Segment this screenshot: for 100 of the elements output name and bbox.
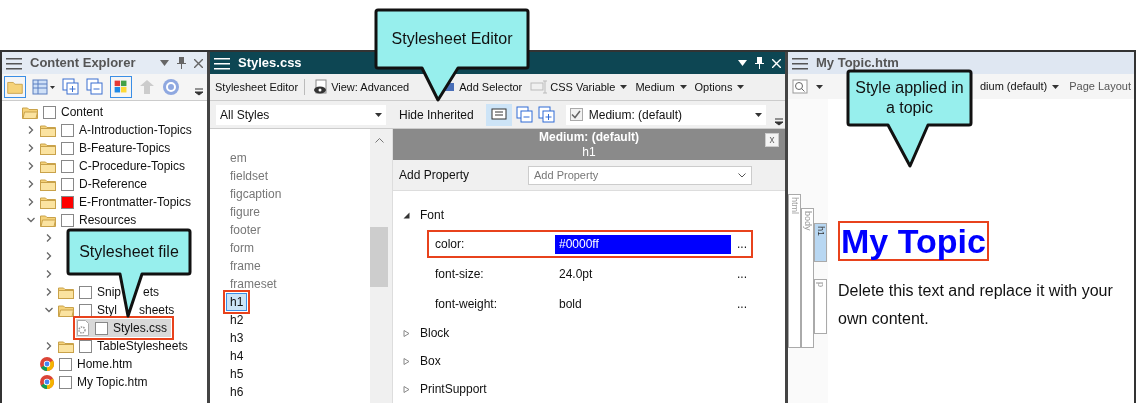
collapsed-triangle-icon[interactable] [403, 357, 410, 365]
expand-icon[interactable] [537, 105, 556, 124]
color-grid-icon[interactable] [110, 76, 132, 98]
overflow-icon[interactable] [775, 118, 783, 126]
chevron-right-icon[interactable] [27, 180, 35, 188]
group-label[interactable]: Font [420, 206, 444, 224]
checkbox[interactable] [79, 285, 92, 299]
menu-icon[interactable] [792, 56, 808, 70]
toolbar-button[interactable]: CSS Variable [550, 78, 628, 96]
pin-icon[interactable] [177, 57, 186, 69]
style-list-item[interactable]: frame [226, 257, 265, 275]
structure-bar[interactable]: h1 [814, 223, 827, 262]
remove-copy-icon[interactable] [86, 78, 104, 96]
chevron-right-icon[interactable] [27, 198, 35, 206]
property-value[interactable]: #0000ff [555, 234, 731, 254]
add-property-dropdown[interactable]: Add Property [528, 165, 752, 185]
close-button[interactable]: x [765, 133, 779, 147]
scroll-up-icon[interactable] [374, 137, 384, 143]
style-list-item[interactable]: frameset [226, 275, 281, 293]
tree-item[interactable]: Snip ets [58, 283, 164, 301]
toolbar-button[interactable]: dium (default) [979, 78, 1060, 95]
menu-icon[interactable] [214, 56, 230, 70]
filter-dropdown[interactable]: All Styles [216, 104, 386, 125]
style-list-item[interactable]: fieldset [226, 167, 273, 185]
property-value[interactable]: 24.0pt [555, 264, 731, 284]
collapsed-triangle-icon[interactable] [403, 329, 410, 337]
toolbar-button[interactable]: Add Selector [459, 78, 523, 96]
toolbar-button[interactable]: Options [694, 78, 745, 96]
group-label[interactable]: PrintSupport [420, 380, 487, 398]
sync-icon[interactable] [162, 78, 180, 96]
group-label[interactable]: Box [420, 352, 441, 370]
toolbar-button[interactable]: Medium [635, 78, 687, 96]
table-icon[interactable] [32, 79, 56, 95]
dropdown-icon[interactable] [160, 60, 169, 66]
style-list-item[interactable]: footer [226, 221, 265, 239]
style-list-item[interactable]: h6 [226, 383, 248, 401]
checkbox[interactable] [61, 159, 74, 173]
style-list-item[interactable]: figcaption [226, 185, 286, 203]
tree-item[interactable]: Styl sheets [58, 301, 179, 319]
chevron-right-icon[interactable] [45, 270, 53, 278]
style-list-item[interactable]: h1 [226, 293, 248, 311]
folder-icon[interactable] [4, 76, 26, 98]
tree-item[interactable]: A-Introduction-Topics [40, 121, 196, 139]
group-label[interactable]: Block [420, 324, 450, 342]
scroll-thumb[interactable] [370, 227, 388, 287]
tree-item[interactable]: Styles.css [76, 319, 171, 337]
zoom-icon[interactable] [792, 78, 810, 95]
tree-item[interactable]: D-Reference [40, 175, 152, 193]
style-list-item[interactable]: h5 [226, 365, 248, 383]
more-button[interactable]: ... [737, 239, 747, 249]
chevron-right-icon[interactable] [45, 342, 53, 350]
tree-item[interactable]: C-Procedure-Topics [40, 157, 190, 175]
toolbar-button[interactable]: Stylesheet Editor [215, 78, 306, 96]
more-button[interactable]: ... [737, 269, 747, 279]
chevron-down-icon[interactable] [45, 306, 53, 314]
tree-item[interactable]: Resources [40, 211, 141, 229]
style-list-item[interactable]: em [226, 149, 251, 167]
style-list-item[interactable]: h2 [226, 311, 248, 329]
chevron-right-icon[interactable] [27, 126, 35, 134]
checkbox[interactable] [61, 195, 74, 209]
expanded-triangle-icon[interactable] [403, 211, 410, 219]
add-copy-icon[interactable] [62, 78, 80, 96]
chevron-right-icon[interactable] [27, 144, 35, 152]
tree-item[interactable]: Content [22, 103, 108, 121]
toolbar-button[interactable]: View: Advanced [331, 78, 410, 96]
chevron-right-icon[interactable] [27, 162, 35, 170]
tree-item[interactable]: E-Frontmatter-Topics [40, 193, 196, 211]
tree-item[interactable]: My Topic.htm [40, 373, 152, 391]
tree-item[interactable]: B-Feature-Topics [40, 139, 175, 157]
style-list-item[interactable]: h4 [226, 347, 248, 365]
checkbox[interactable] [61, 123, 74, 137]
style-list-item[interactable]: h3 [226, 329, 248, 347]
chevron-down-icon[interactable] [27, 216, 35, 224]
checkbox[interactable] [79, 303, 92, 317]
checkbox[interactable] [59, 357, 72, 371]
property-value[interactable]: bold [555, 294, 731, 314]
more-button[interactable]: ... [737, 299, 747, 309]
style-list-item[interactable]: figure [226, 203, 265, 221]
pin-icon[interactable] [755, 57, 764, 69]
checkbox[interactable] [61, 141, 74, 155]
chevron-right-icon[interactable] [45, 288, 53, 296]
chevron-right-icon[interactable] [45, 252, 53, 260]
collapse-icon[interactable] [515, 105, 534, 124]
toolbar-button[interactable]: Page Layout [1069, 78, 1131, 95]
checkbox[interactable] [95, 321, 108, 335]
close-icon[interactable] [194, 58, 203, 68]
checkbox[interactable] [43, 105, 56, 119]
checkbox[interactable] [61, 177, 74, 191]
checkbox[interactable] [59, 375, 72, 389]
checkbox[interactable] [569, 108, 583, 121]
scrollbar[interactable] [370, 129, 388, 403]
checkbox[interactable] [61, 213, 74, 227]
tree-item[interactable]: TableStylesheets [58, 337, 192, 355]
style-list-item[interactable]: form [226, 239, 258, 257]
chevron-right-icon[interactable] [45, 234, 53, 242]
collapsed-triangle-icon[interactable] [403, 385, 410, 393]
menu-icon[interactable] [6, 56, 22, 70]
overflow-icon[interactable] [195, 88, 203, 96]
hide-inherited-button[interactable]: Hide Inherited [399, 105, 474, 124]
tree-item[interactable]: Home.htm [40, 355, 137, 373]
